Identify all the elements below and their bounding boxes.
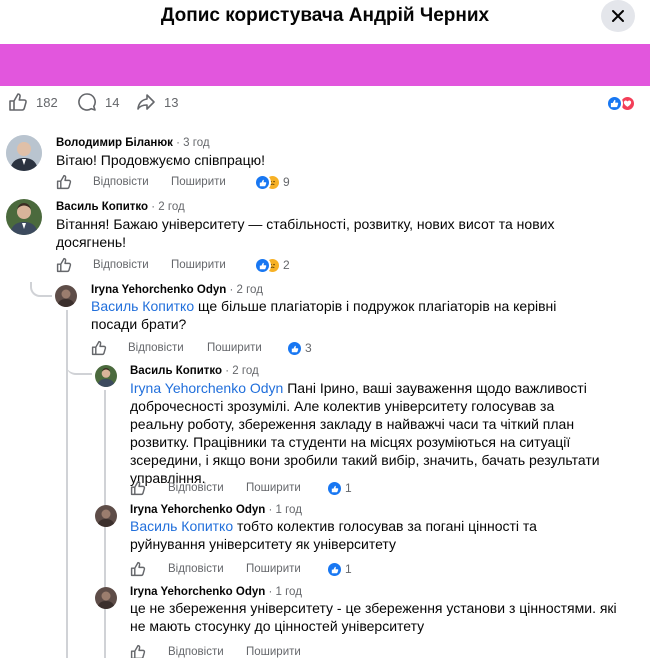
avatar[interactable] <box>6 135 42 171</box>
reply-button[interactable]: Відповісти <box>128 342 184 354</box>
avatar[interactable] <box>6 199 42 235</box>
reply-time[interactable]: · 2 год <box>229 284 262 296</box>
comment-icon <box>78 93 96 111</box>
comment-item: Володимир Біланюк · 3 год Вітаю! Продовж… <box>0 130 650 194</box>
share-button[interactable]: Поширити <box>171 259 226 271</box>
comment-actions: Відповісти Поширити 1 <box>130 480 430 498</box>
comment-item: Василь Копитко · 2 год Вітання! Бажаю ун… <box>0 194 650 280</box>
comment-actions: Відповісти Поширити 1 <box>130 561 430 579</box>
like-reaction-icon <box>326 480 343 497</box>
share-action[interactable]: 13 <box>136 92 178 112</box>
avatar[interactable] <box>95 365 117 387</box>
reply-item: Iryna Yehorchenko Odyn · 1 год Василь Ко… <box>0 502 650 582</box>
like-action[interactable]: 182 <box>8 92 58 112</box>
reply-button[interactable]: Відповісти <box>168 563 224 575</box>
mention-link[interactable]: Василь Копитко <box>130 518 233 534</box>
like-reaction-icon <box>326 561 343 578</box>
reply-text: Василь Копитко тобто колектив голосував … <box>130 518 537 552</box>
comment-text: Вітання! Бажаю університету — стабільнос… <box>56 216 555 250</box>
comment-actions: Відповісти Поширити 2 <box>56 257 356 275</box>
reply-text: Iryna Yehorchenko Odyn Пані Ірино, ваші … <box>130 380 600 486</box>
reactions-count: 1 <box>345 562 352 576</box>
thumbs-up-icon <box>9 93 27 111</box>
reply-author[interactable]: Василь Копитко <box>130 365 222 377</box>
avatar[interactable] <box>95 505 117 527</box>
reactions-count: 3 <box>305 341 312 355</box>
reply-item: Iryna Yehorchenko Odyn · 2 год Василь Ко… <box>0 282 650 362</box>
mention-link[interactable]: Василь Копитко <box>91 298 194 314</box>
comment-action[interactable]: 14 <box>77 92 119 112</box>
reactions-count: 1 <box>345 481 352 495</box>
like-reaction-icon <box>286 340 303 357</box>
comment-text: Вітаю! Продовжуємо співпрацю! <box>56 152 265 168</box>
shares-count: 13 <box>164 94 179 110</box>
avatar[interactable] <box>55 285 77 307</box>
comment-like-icon[interactable] <box>56 257 72 276</box>
mention-link[interactable]: Iryna Yehorchenko Odyn <box>130 380 283 396</box>
reply-text: Василь Копитко ще більше плагіаторів і п… <box>91 298 557 332</box>
comments-count: 14 <box>105 94 120 110</box>
close-button[interactable] <box>601 0 635 32</box>
comment-actions: Відповісти Поширити 9 <box>56 174 356 192</box>
comment-like-icon[interactable] <box>130 561 146 580</box>
comment-like-icon[interactable] <box>130 644 146 658</box>
reactions-count: 2 <box>283 258 290 272</box>
share-button[interactable]: Поширити <box>171 176 226 188</box>
reply-item: Василь Копитко · 2 год Iryna Yehorchenko… <box>0 364 650 500</box>
comment-author[interactable]: Василь Копитко <box>56 201 148 213</box>
reply-author[interactable]: Iryna Yehorchenko Odyn <box>130 504 265 516</box>
reply-author[interactable]: Iryna Yehorchenko Odyn <box>130 586 265 598</box>
reply-button[interactable]: Відповісти <box>93 259 149 271</box>
reply-button[interactable]: Відповісти <box>93 176 149 188</box>
reply-text: це не збереження університету - це збере… <box>130 600 617 634</box>
reply-time[interactable]: · 2 год <box>225 365 258 377</box>
dialog-header: Допис користувача Андрій Черних <box>0 0 650 44</box>
close-icon <box>612 10 624 22</box>
reply-item: Iryna Yehorchenko Odyn · 1 год це не збе… <box>0 584 650 658</box>
share-button[interactable]: Поширити <box>207 342 262 354</box>
thread-connector <box>30 282 52 297</box>
share-icon <box>137 94 155 110</box>
like-reaction-icon <box>254 174 271 191</box>
reply-author[interactable]: Iryna Yehorchenko Odyn <box>91 284 226 296</box>
avatar[interactable] <box>95 587 117 609</box>
share-button[interactable]: Поширити <box>246 646 301 658</box>
post-image-banner[interactable] <box>0 44 650 86</box>
post-stats-bar: 182 14 13 <box>0 92 650 116</box>
share-button[interactable]: Поширити <box>246 482 301 494</box>
comment-author[interactable]: Володимир Біланюк <box>56 137 173 149</box>
comment-like-icon[interactable] <box>130 480 146 499</box>
likes-count: 182 <box>36 94 58 110</box>
like-reaction-icon <box>606 95 623 112</box>
reply-button[interactable]: Відповісти <box>168 482 224 494</box>
comment-actions: Відповісти Поширити 3 <box>91 340 391 358</box>
reply-button[interactable]: Відповісти <box>168 646 224 658</box>
reply-time[interactable]: · 1 год <box>268 586 301 598</box>
comment-actions: Відповісти Поширити <box>130 644 430 658</box>
comment-like-icon[interactable] <box>56 174 72 193</box>
reactions-count: 9 <box>283 175 290 189</box>
like-reaction-icon <box>254 257 271 274</box>
reply-time[interactable]: · 1 год <box>268 504 301 516</box>
share-button[interactable]: Поширити <box>246 563 301 575</box>
comment-time[interactable]: · 2 год <box>151 201 184 213</box>
thread-connector <box>66 360 92 375</box>
dialog-title: Допис користувача Андрій Черних <box>160 5 490 26</box>
comment-like-icon[interactable] <box>91 340 107 359</box>
comment-time[interactable]: · 3 год <box>176 137 209 149</box>
